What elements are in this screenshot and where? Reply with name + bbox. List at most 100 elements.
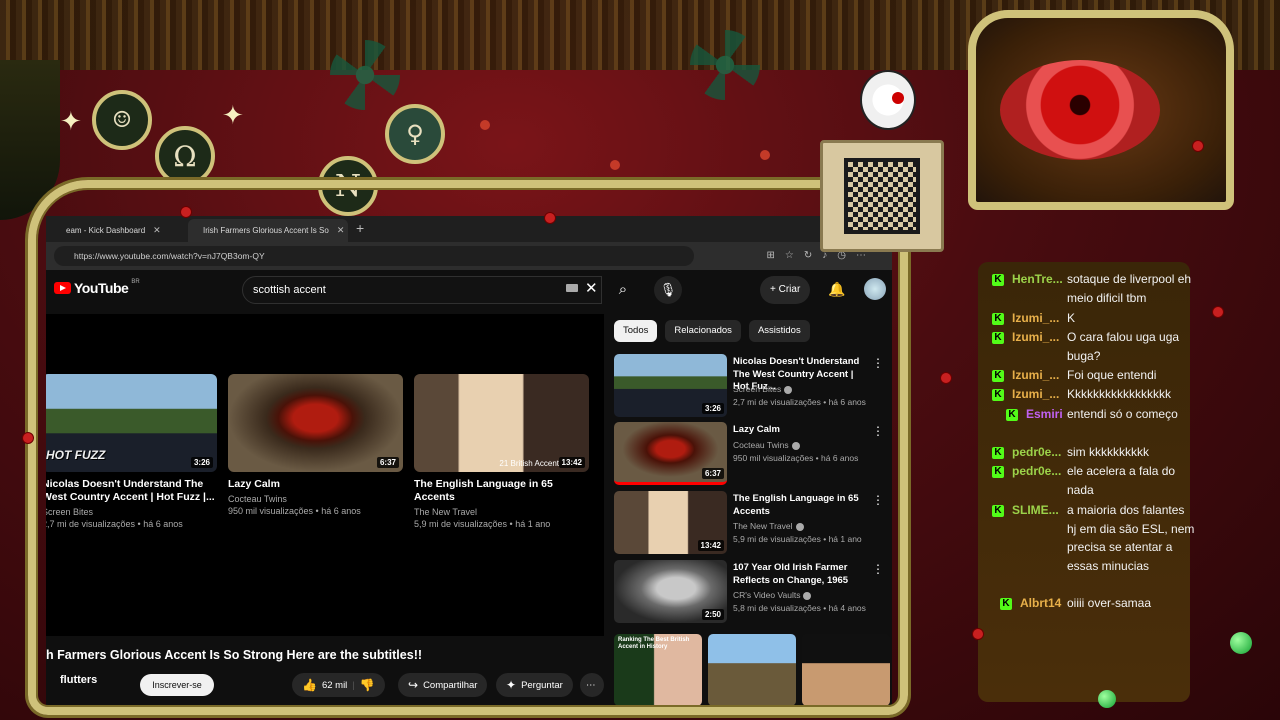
related-video-item[interactable]: 3:26 Nicolas Doesn't Understand The West… [614,354,886,418]
more-actions-button[interactable]: ⋯ [580,673,604,697]
close-icon[interactable]: ✕ [153,225,161,236]
bookmark-star-icon[interactable]: ☆ [785,250,794,261]
create-button[interactable]: + Criar [760,276,811,304]
chip-assistidos[interactable]: Assistidos [748,320,810,342]
chat-username[interactable]: Esmiri [1026,407,1063,421]
end-card-thumbnail[interactable]: 21 British Accent 13:42 [414,374,589,472]
qr-scroll [820,140,944,252]
pattern-flower [690,30,760,100]
short-thumbnail[interactable] [802,634,890,706]
chat-username[interactable]: SLIME... [1012,503,1059,517]
related-video-item[interactable]: 13:42 The English Language in 65 Accents… [614,491,886,555]
chat-message-text: sotaque de liverpool eh meio dificil tbm [1067,272,1192,305]
chat-username[interactable]: Albrt14 [1020,596,1061,610]
verified-check-icon [784,385,793,394]
ornament-ball [22,432,34,444]
url-field[interactable]: https://www.youtube.com/watch?v=nJ7QB3om… [54,246,694,266]
chat-username[interactable]: Izumi_... [1012,368,1059,382]
sparkle-star-icon: ✦ [60,106,82,136]
related-title[interactable]: The English Language in 65 Accents [733,493,871,518]
related-channel[interactable]: The New Travel [733,521,804,531]
chip-todos[interactable]: Todos [614,320,658,342]
end-card[interactable]: HOT FUZZ 3:26 Nicolas Doesn't Understand… [46,374,217,529]
clear-search-icon[interactable]: ✕ [585,279,598,297]
tab-label: eam - Kick Dashboard [66,226,146,235]
chat-username[interactable]: Izumi_... [1012,387,1059,401]
end-card-channel[interactable]: The New Travel [414,507,589,517]
verified-check-icon [803,591,812,600]
end-card-channel[interactable]: Screen Bites [46,507,217,517]
kick-badge-icon: K [992,466,1004,478]
notifications-bell-icon[interactable]: 🔔 [828,281,845,298]
tab-kick-dashboard[interactable]: eam - Kick Dashboard ✕ [56,219,186,242]
related-video-item[interactable]: 2:50 107 Year Old Irish Farmer Reflects … [614,560,886,624]
related-video-item[interactable]: 6:37 Lazy Calm Cocteau Twins 950 mil vis… [614,422,886,486]
related-title[interactable]: 107 Year Old Irish Farmer Reflects on Ch… [733,562,871,587]
related-channel[interactable]: Screen Bites [733,384,793,394]
chat-message-text: entendi só o começo [1067,407,1178,421]
chat-username[interactable]: pedr0e... [1012,445,1061,459]
chip-relacionados[interactable]: Relacionados [665,320,741,342]
keyboard-icon[interactable] [566,284,578,292]
related-channel[interactable]: Cocteau Twins [733,440,800,450]
related-thumbnail[interactable]: 6:37 [614,422,727,485]
refresh-extension-icon[interactable]: ↻ [804,250,812,261]
search-input[interactable]: scottish accent [242,276,602,304]
kebab-menu-icon[interactable]: ⋮ [872,562,884,576]
ornament-ball [180,206,192,218]
kebab-menu-icon[interactable]: ⋮ [872,493,884,507]
video-title: h Farmers Glorious Accent Is So Strong H… [46,648,423,662]
end-card[interactable]: 21 British Accent 13:42 The English Lang… [414,374,589,529]
like-count[interactable]: 62 mil [322,680,347,691]
chat-username[interactable]: HenTre... [1012,272,1063,286]
search-button[interactable]: ⌕ [606,276,640,304]
end-card-thumbnail[interactable]: HOT FUZZ 3:26 [46,374,217,472]
related-channel-name: Screen Bites [733,384,782,394]
voice-search-mic-icon[interactable]: 🎙 [654,276,682,304]
end-card-title[interactable]: Lazy Calm [228,478,403,491]
share-label: Compartilhar [423,679,478,691]
chat-username[interactable]: Izumi_... [1012,330,1059,344]
kebab-menu-icon[interactable]: ⋮ [872,356,884,370]
end-card-thumbnail[interactable]: 6:37 [228,374,403,472]
video-player[interactable]: HOT FUZZ 3:26 Nicolas Doesn't Understand… [46,314,604,636]
channel-name[interactable]: flutters [60,674,97,686]
face-medallion: ☺ [92,90,152,150]
new-tab-plus-icon[interactable]: + [356,220,364,236]
like-thumbs-up-icon[interactable]: 👍 [302,678,317,692]
ask-label: Perguntar [521,679,563,691]
short-thumbnail[interactable] [708,634,796,706]
end-card-title[interactable]: Nicolas Doesn't Understand The West Coun… [46,478,217,504]
share-button[interactable]: ↪ Compartilhar [398,673,488,697]
ask-button[interactable]: ✦ Perguntar [496,673,573,697]
chat-username[interactable]: pedr0e... [1012,464,1061,478]
short-thumbnail[interactable]: Ranking The Best British Accent in Histo… [614,634,702,706]
chat-message-text: Kkkkkkkkkkkkkkkkk [1067,387,1172,401]
related-meta: 5,9 mi de visualizações • há 1 ano [733,534,862,544]
user-avatar[interactable] [864,278,886,300]
tab-bar: eam - Kick Dashboard ✕ Irish Farmers Glo… [46,216,892,242]
related-title[interactable]: Lazy Calm [733,424,871,437]
close-icon[interactable]: ✕ [337,225,345,236]
install-app-icon[interactable]: ⊞ [767,250,775,261]
duration-badge: 3:26 [701,403,724,414]
related-thumbnail[interactable]: 13:42 [614,491,727,554]
chat-message-text: sim kkkkkkkkkk [1067,445,1149,459]
related-thumbnail[interactable]: 2:50 [614,560,727,623]
subscribe-button[interactable]: Inscrever-se [140,674,214,696]
tab-youtube-video[interactable]: Irish Farmers Glorious Accent Is So ✕ [188,219,348,242]
kick-badge-icon: K [992,389,1004,401]
kick-badge-icon: K [992,447,1004,459]
share-arrow-icon: ↪ [408,678,419,692]
end-card-channel[interactable]: Cocteau Twins [228,494,403,504]
ornament-ball [940,372,952,384]
kebab-menu-icon[interactable]: ⋮ [872,424,884,438]
pattern-dot [760,150,770,160]
youtube-logo[interactable]: YouTube BR [54,279,140,296]
end-card-title[interactable]: The English Language in 65 Accents [414,478,589,504]
related-thumbnail[interactable]: 3:26 [614,354,727,417]
end-card[interactable]: 6:37 Lazy Calm Cocteau Twins 950 mil vis… [228,374,403,516]
related-channel[interactable]: CR's Video Vaults [733,590,812,600]
dislike-thumbs-down-icon[interactable]: 👎 [360,678,375,692]
chat-username[interactable]: Izumi_... [1012,311,1059,325]
